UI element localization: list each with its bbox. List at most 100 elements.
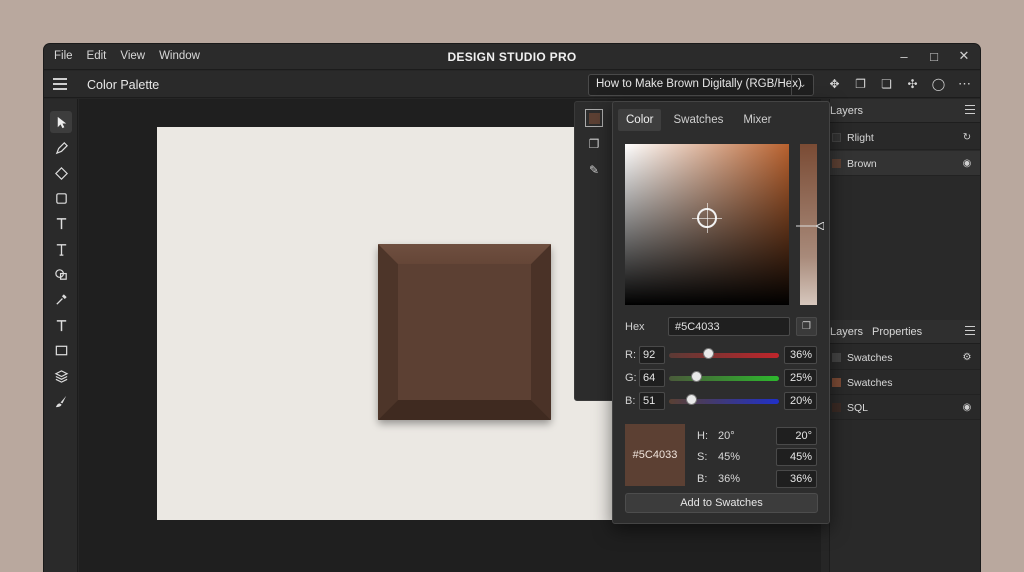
red-value-input[interactable]: 92 (639, 346, 665, 364)
transform-icon[interactable]: ✣ (905, 76, 920, 91)
eyedropper-icon[interactable] (50, 288, 72, 310)
settings-icon[interactable]: ⚙ (961, 351, 973, 363)
app-title: DESIGN STUDIO PRO (447, 50, 577, 64)
copy-icon[interactable]: ❐ (585, 135, 603, 153)
brightness-row: B: 36% 36% (697, 470, 817, 488)
select-tool-icon[interactable] (50, 111, 72, 133)
eye-icon[interactable]: ◉ (961, 157, 973, 169)
red-slider-track[interactable] (669, 353, 779, 358)
hue-input[interactable]: 20° (776, 427, 817, 445)
blue-slider-thumb[interactable] (685, 394, 697, 405)
rectangle-tool-icon[interactable] (50, 187, 72, 209)
eye-icon[interactable]: ◉ (961, 401, 973, 413)
pen-tool-icon[interactable] (50, 137, 72, 159)
tab-layers[interactable]: Layers (830, 326, 863, 338)
layer-row[interactable]: Rlight ↻ (830, 125, 980, 150)
list-item-label: Swatches (847, 352, 893, 364)
saturation-row: S: 45% 45% (697, 448, 817, 466)
hsb-value: 20° (718, 430, 735, 442)
picker-side-strip: ❐ ✎ (574, 101, 614, 401)
copy-icon[interactable]: ❐ (853, 76, 868, 91)
list-item[interactable]: Swatches ⚙ (830, 345, 980, 370)
frame-tool-icon[interactable] (50, 339, 72, 361)
tab-properties[interactable]: Properties (872, 326, 922, 338)
shape-tool-icon[interactable] (50, 162, 72, 184)
maximize-icon[interactable]: □ (926, 48, 942, 64)
swatch-chip (832, 378, 841, 387)
layers-panel-header: Layers (830, 99, 980, 123)
panel-menu-icon[interactable] (965, 326, 975, 336)
swatch-chip (832, 403, 841, 412)
color-preview-swatch: #5C4033 (625, 424, 685, 486)
close-icon[interactable]: ✕ (956, 48, 972, 64)
hsb-value: 36% (718, 473, 741, 485)
type-tool-icon[interactable] (50, 314, 72, 336)
list-item-label: Swatches (847, 377, 893, 389)
brightness-input[interactable]: 36% (776, 470, 817, 488)
list-item-label: SQL (847, 402, 869, 414)
text-vertical-tool-icon[interactable] (50, 238, 72, 260)
add-to-swatches-button[interactable]: Add to Swatches (625, 493, 818, 513)
color-picker-panel: Color Swatches Mixer Hex #5C4033 ❐ R: 92… (612, 101, 830, 524)
top-bar: Color Palette How to Make Brown Digitall… (44, 71, 980, 98)
red-channel-row: R: 92 36% (625, 346, 825, 364)
move-icon[interactable]: ✥ (827, 76, 842, 91)
grid-icon (832, 353, 841, 362)
chevron-down-icon: ⌄ (791, 75, 813, 95)
hue-slider-marker[interactable] (796, 222, 824, 230)
app-window: File Edit View Window DESIGN STUDIO PRO … (44, 44, 980, 572)
list-item[interactable]: SQL ◉ (830, 395, 980, 420)
tab-mixer[interactable]: Mixer (735, 109, 779, 131)
shapes-combine-icon[interactable] (50, 263, 72, 285)
tab-color[interactable]: Color (618, 109, 662, 131)
layer-label: Brown (847, 158, 877, 170)
minimize-icon[interactable]: – (896, 48, 912, 64)
saturation-input[interactable]: 45% (776, 448, 817, 466)
brush-tool-icon[interactable] (50, 390, 72, 412)
hsb-value: 45% (718, 451, 741, 463)
blue-value-input[interactable]: 51 (639, 392, 665, 410)
title-bar: File Edit View Window DESIGN STUDIO PRO … (44, 44, 980, 70)
green-slider-track[interactable] (669, 376, 779, 381)
blue-percent[interactable]: 20% (784, 392, 817, 410)
green-slider-thumb[interactable] (691, 371, 702, 382)
tutorial-dropdown[interactable]: How to Make Brown Digitally (RGB/Hex) ⌄ (588, 74, 814, 96)
layers-stack-icon[interactable] (50, 365, 72, 387)
more-options-icon[interactable]: ⋯ (958, 76, 972, 92)
duplicate-icon[interactable]: ❏ (879, 76, 894, 91)
layer-row[interactable]: Brown ◉ (830, 151, 980, 176)
eyedropper-icon[interactable]: ✎ (585, 161, 603, 179)
hsb-key: H: (697, 430, 708, 442)
green-channel-row: G: 64 25% (625, 369, 825, 387)
blue-channel-row: B: 51 20% (625, 392, 825, 410)
hex-label: Hex (625, 321, 645, 333)
green-percent[interactable]: 25% (784, 369, 817, 387)
tab-swatches[interactable]: Swatches (665, 109, 731, 131)
hex-input[interactable]: #5C4033 (668, 317, 790, 336)
tools-panel (44, 99, 78, 572)
copy-icon: ❐ (802, 321, 811, 332)
layer-label: Rlight (847, 132, 874, 144)
picker-tabs: Color Swatches Mixer (618, 109, 779, 131)
lower-panel-header: Layers Properties (830, 320, 980, 344)
brown-color-tile[interactable] (378, 244, 551, 420)
hamburger-menu-icon[interactable] (53, 78, 67, 90)
copy-hex-button[interactable]: ❐ (796, 317, 817, 336)
color-cursor[interactable] (692, 203, 722, 233)
refresh-icon[interactable]: ↻ (961, 131, 973, 143)
channel-label: B: (625, 395, 636, 407)
list-item[interactable]: Swatches (830, 370, 980, 395)
tutorial-dropdown-label: How to Make Brown Digitally (RGB/Hex) (596, 78, 802, 90)
red-percent[interactable]: 36% (784, 346, 817, 364)
saturation-brightness-field[interactable] (625, 144, 789, 305)
green-value-input[interactable]: 64 (639, 369, 665, 387)
channel-label: G: (625, 372, 637, 384)
window-controls: – □ ✕ (896, 48, 972, 64)
layer-swatch (832, 133, 841, 142)
color-wheel-icon[interactable]: ◯ (931, 76, 946, 91)
panel-title: Color Palette (87, 78, 160, 92)
layer-swatch (832, 159, 841, 168)
fill-swatch-icon[interactable] (585, 109, 603, 127)
text-tool-icon[interactable] (50, 212, 72, 234)
panel-menu-icon[interactable] (965, 105, 975, 115)
